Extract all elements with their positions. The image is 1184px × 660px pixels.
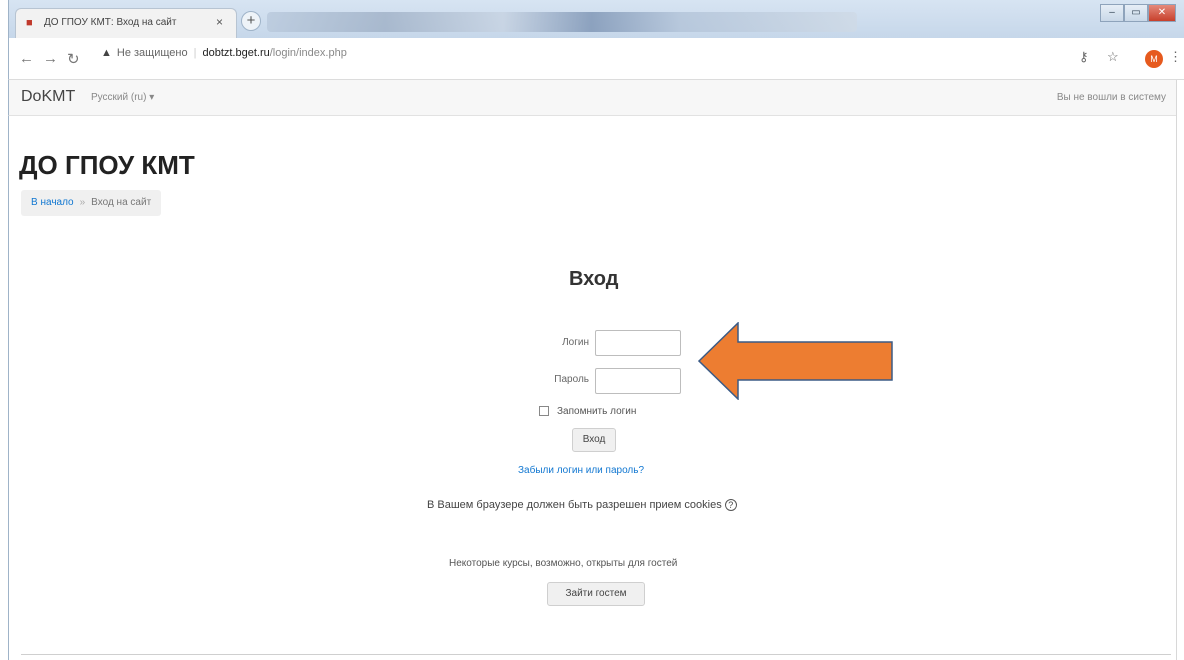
blurred-region xyxy=(267,12,857,32)
url-host: dobtzt.bget.ru xyxy=(202,47,270,59)
forgot-password-link[interactable]: Забыли логин или пароль? xyxy=(518,465,644,476)
window-controls: – ▭ ✕ xyxy=(1100,2,1180,22)
reload-icon[interactable]: ↻ xyxy=(67,50,80,68)
browser-address-bar: ← → ↻ ▲ Не защищено | dobtzt.bget.ru/login/… xyxy=(8,38,1184,80)
annotation-arrow-icon xyxy=(698,322,893,400)
page-content: ДО ГПОУ КМТ В начало » Вход на сайт Вход Л… xyxy=(8,116,1176,660)
footer-divider xyxy=(21,654,1171,655)
star-icon[interactable]: ☆ xyxy=(1107,49,1119,65)
browser-tab[interactable]: ■ ДО ГПОУ КМТ: Вход на сайт × xyxy=(15,8,237,38)
warning-icon: ▲ xyxy=(101,47,112,59)
url-field[interactable]: ▲ Не защищено | dobtzt.bget.ru/login/index.… xyxy=(101,47,347,59)
breadcrumb-separator: » xyxy=(79,197,86,208)
tab-title: ДО ГПОУ КМТ: Вход на сайт xyxy=(44,17,177,28)
login-status: Вы не вошли в систему xyxy=(1056,92,1166,103)
breadcrumb-current: Вход на сайт xyxy=(91,197,152,208)
minimize-icon[interactable]: – xyxy=(1100,4,1124,22)
forward-icon[interactable]: → xyxy=(43,50,58,67)
maximize-icon[interactable]: ▭ xyxy=(1124,4,1148,22)
browser-tab-bar: ■ ДО ГПОУ КМТ: Вход на сайт × + – ▭ ✕ xyxy=(8,0,1184,38)
remember-checkbox[interactable] xyxy=(539,406,549,417)
window-close-icon[interactable]: ✕ xyxy=(1148,4,1176,22)
password-label: Пароль xyxy=(554,374,589,385)
breadcrumb-home-link[interactable]: В начало xyxy=(31,197,74,208)
security-warning: Не защищено xyxy=(116,47,188,59)
username-label: Логин xyxy=(562,337,589,348)
site-favicon-icon: ■ xyxy=(26,17,33,29)
remember-label: Запомнить логин xyxy=(557,406,637,417)
back-icon[interactable]: ← xyxy=(19,50,34,67)
language-menu[interactable]: Русский (ru) ▾ xyxy=(91,92,154,103)
tab-close-icon[interactable]: × xyxy=(216,15,223,29)
cookies-notice: В Вашем браузере должен быть разрешен пр… xyxy=(427,499,737,511)
page-border xyxy=(1176,80,1177,660)
site-brand[interactable]: DoKMT xyxy=(21,88,75,106)
profile-avatar[interactable]: М xyxy=(1145,50,1163,68)
username-input[interactable] xyxy=(595,330,681,356)
remember-row: Запомнить логин xyxy=(539,406,636,417)
cookies-notice-text: В Вашем браузере должен быть разрешен пр… xyxy=(427,499,722,511)
key-icon[interactable]: ⚷ xyxy=(1079,49,1089,65)
new-tab-button[interactable]: + xyxy=(241,11,261,31)
page-title: ДО ГПОУ КМТ xyxy=(19,150,195,180)
guest-login-button[interactable]: Зайти гостем xyxy=(547,582,645,606)
password-input[interactable] xyxy=(595,368,681,394)
url-path: /login/index.php xyxy=(269,47,347,59)
help-icon[interactable]: ? xyxy=(724,499,737,511)
login-heading: Вход xyxy=(569,268,619,290)
guest-notice: Некоторые курсы, возможно, открыты для г… xyxy=(449,558,678,569)
menu-icon[interactable]: ⋮ xyxy=(1169,49,1182,65)
breadcrumb: В начало » Вход на сайт xyxy=(21,190,162,216)
site-navbar: DoKMT Русский (ru) ▾ Вы не вошли в систе… xyxy=(8,80,1176,116)
login-button[interactable]: Вход xyxy=(572,428,616,452)
